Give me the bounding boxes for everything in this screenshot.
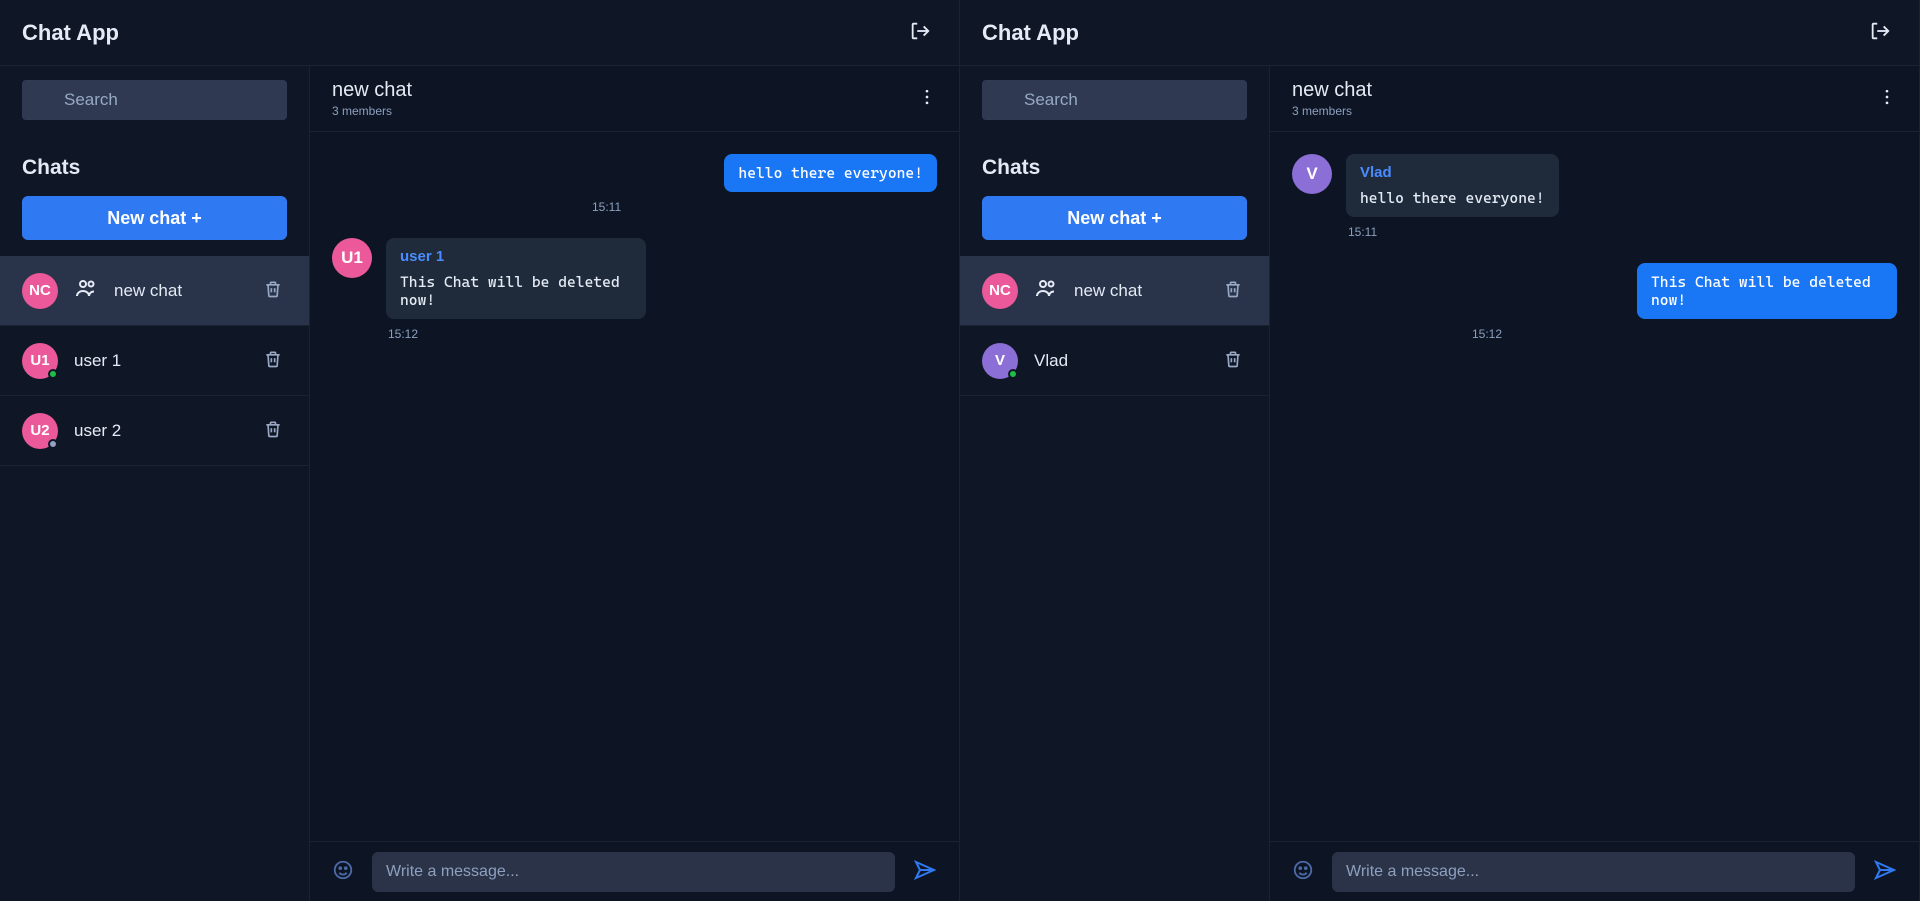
search-wrap bbox=[22, 80, 287, 120]
chat-subtitle: 3 members bbox=[1292, 104, 1372, 118]
delete-chat-button[interactable] bbox=[259, 275, 287, 306]
chat-name: user 1 bbox=[74, 351, 243, 371]
search-input[interactable] bbox=[1022, 80, 1235, 120]
chats-label: Chats bbox=[22, 156, 287, 180]
message-time: 15:11 bbox=[592, 200, 937, 214]
status-online-icon bbox=[48, 369, 58, 379]
topbar: Chat App bbox=[960, 0, 1919, 66]
app-title: Chat App bbox=[22, 20, 119, 46]
chat-list: NC new chat U1 user 1 bbox=[0, 256, 309, 901]
emoji-icon bbox=[332, 859, 354, 881]
avatar: U1 bbox=[22, 343, 58, 379]
message-row: V Vlad hello there everyone! bbox=[1292, 154, 1897, 217]
message-bubble: hello there everyone! bbox=[724, 154, 937, 192]
chat-more-button[interactable] bbox=[911, 81, 943, 116]
chat-list-item[interactable]: U1 user 1 bbox=[0, 326, 309, 396]
logout-icon bbox=[909, 20, 931, 42]
chat-name: new chat bbox=[114, 281, 243, 301]
send-button[interactable] bbox=[1869, 854, 1901, 889]
message-text: hello there everyone! bbox=[1360, 189, 1545, 207]
delete-chat-button[interactable] bbox=[259, 415, 287, 446]
avatar: NC bbox=[22, 273, 58, 309]
status-offline-icon bbox=[48, 439, 58, 449]
chat-header: new chat 3 members bbox=[1270, 66, 1919, 132]
topbar: Chat App bbox=[0, 0, 959, 66]
pane-right: Chat App Chats New chat + NC bbox=[960, 0, 1920, 901]
trash-icon bbox=[263, 279, 283, 299]
logout-button[interactable] bbox=[903, 14, 937, 51]
message-bubble: Vlad hello there everyone! bbox=[1346, 154, 1559, 217]
send-icon bbox=[1873, 858, 1897, 882]
messages: hello there everyone! 15:11 U1 user 1 Th… bbox=[310, 132, 959, 841]
search-wrap bbox=[982, 80, 1247, 120]
avatar: NC bbox=[982, 273, 1018, 309]
input-bar bbox=[310, 841, 959, 901]
chat-title: new chat bbox=[332, 79, 412, 102]
delete-chat-button[interactable] bbox=[259, 345, 287, 376]
logout-button[interactable] bbox=[1863, 14, 1897, 51]
chat-name: user 2 bbox=[74, 421, 243, 441]
emoji-button[interactable] bbox=[1288, 855, 1318, 888]
avatar: U2 bbox=[22, 413, 58, 449]
message-input[interactable] bbox=[1332, 852, 1855, 892]
emoji-button[interactable] bbox=[328, 855, 358, 888]
message-row: U1 user 1 This Chat will be deleted now! bbox=[332, 238, 937, 319]
chats-label: Chats bbox=[982, 156, 1247, 180]
trash-icon bbox=[1223, 279, 1243, 299]
chat-name: new chat bbox=[1074, 281, 1203, 301]
message-bubble: This Chat will be deleted now! bbox=[1637, 263, 1897, 319]
message-time: 15:12 bbox=[1472, 327, 1897, 341]
chat-subtitle: 3 members bbox=[332, 104, 412, 118]
message-author: Vlad bbox=[1360, 164, 1545, 181]
chat-list-item[interactable]: V Vlad bbox=[960, 326, 1269, 396]
more-vertical-icon bbox=[1877, 87, 1897, 107]
message-author: user 1 bbox=[400, 248, 632, 265]
chat-area: new chat 3 members V Vlad hello there ev… bbox=[1270, 66, 1919, 901]
chat-list-item[interactable]: NC new chat bbox=[960, 256, 1269, 326]
pane-left: Chat App Chats New chat + NC bbox=[0, 0, 960, 901]
new-chat-button[interactable]: New chat + bbox=[22, 196, 287, 240]
new-chat-button[interactable]: New chat + bbox=[982, 196, 1247, 240]
content-row: Chats New chat + NC new chat V bbox=[960, 66, 1919, 901]
chat-list: NC new chat V Vlad bbox=[960, 256, 1269, 901]
logout-icon bbox=[1869, 20, 1891, 42]
message-input[interactable] bbox=[372, 852, 895, 892]
chat-area: new chat 3 members hello there everyone!… bbox=[310, 66, 959, 901]
group-icon bbox=[1034, 276, 1058, 305]
input-bar bbox=[1270, 841, 1919, 901]
sidebar: Chats New chat + NC new chat V bbox=[960, 66, 1270, 901]
trash-icon bbox=[263, 349, 283, 369]
trash-icon bbox=[263, 419, 283, 439]
avatar: V bbox=[982, 343, 1018, 379]
sidebar: Chats New chat + NC new chat bbox=[0, 66, 310, 901]
chat-list-item[interactable]: U2 user 2 bbox=[0, 396, 309, 466]
message-time: 15:11 bbox=[1348, 225, 1897, 239]
trash-icon bbox=[1223, 349, 1243, 369]
chat-title: new chat bbox=[1292, 79, 1372, 102]
chat-name: Vlad bbox=[1034, 351, 1203, 371]
chat-header: new chat 3 members bbox=[310, 66, 959, 132]
status-online-icon bbox=[1008, 369, 1018, 379]
emoji-icon bbox=[1292, 859, 1314, 881]
chat-list-item[interactable]: NC new chat bbox=[0, 256, 309, 326]
content-row: Chats New chat + NC new chat bbox=[0, 66, 959, 901]
message-bubble: user 1 This Chat will be deleted now! bbox=[386, 238, 646, 319]
send-button[interactable] bbox=[909, 854, 941, 889]
delete-chat-button[interactable] bbox=[1219, 275, 1247, 306]
message-time: 15:12 bbox=[388, 327, 937, 341]
search-input[interactable] bbox=[62, 80, 275, 120]
chat-more-button[interactable] bbox=[1871, 81, 1903, 116]
avatar: V bbox=[1292, 154, 1332, 194]
send-icon bbox=[913, 858, 937, 882]
message-row: This Chat will be deleted now! bbox=[1292, 263, 1897, 319]
delete-chat-button[interactable] bbox=[1219, 345, 1247, 376]
group-icon bbox=[74, 276, 98, 305]
app-title: Chat App bbox=[982, 20, 1079, 46]
messages: V Vlad hello there everyone! 15:11 This … bbox=[1270, 132, 1919, 841]
message-text: This Chat will be deleted now! bbox=[400, 273, 620, 309]
message-row: hello there everyone! bbox=[332, 154, 937, 192]
avatar: U1 bbox=[332, 238, 372, 278]
more-vertical-icon bbox=[917, 87, 937, 107]
